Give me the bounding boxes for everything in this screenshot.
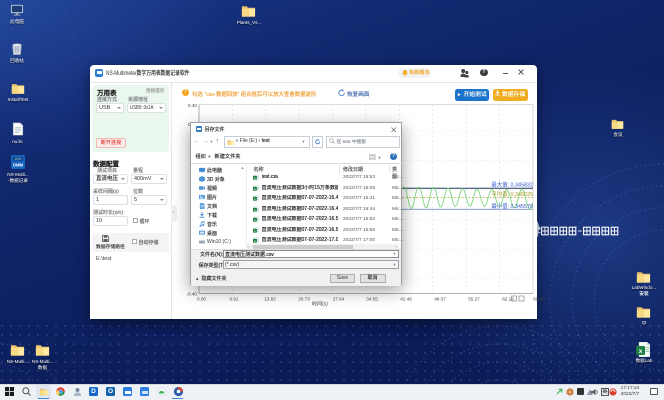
svg-text:最小值: 0.345570: 最小值: 0.345570	[491, 202, 533, 210]
svg-text:0.40: 0.40	[188, 103, 197, 108]
svg-text:时间(s): 时间(s)	[312, 301, 328, 308]
svg-text:27.64: 27.64	[333, 297, 345, 302]
svg-text:-0.40: -0.40	[187, 292, 198, 297]
svg-text:平均值: 0.345625: 平均值: 0.345625	[491, 190, 533, 198]
svg-text:20.73: 20.73	[298, 297, 310, 302]
svg-text:34.55: 34.55	[366, 297, 378, 302]
svg-text:55.27: 55.27	[468, 297, 480, 302]
svg-text:41.46: 41.46	[400, 297, 412, 302]
svg-text:6.91: 6.91	[230, 297, 239, 302]
svg-text:最大值: 0.345832: 最大值: 0.345832	[491, 181, 533, 189]
svg-text:48.37: 48.37	[434, 297, 446, 302]
svg-text:13.82: 13.82	[264, 297, 276, 302]
svg-text:69.09: 69.09	[533, 297, 545, 302]
svg-text:0.00: 0.00	[197, 297, 206, 302]
